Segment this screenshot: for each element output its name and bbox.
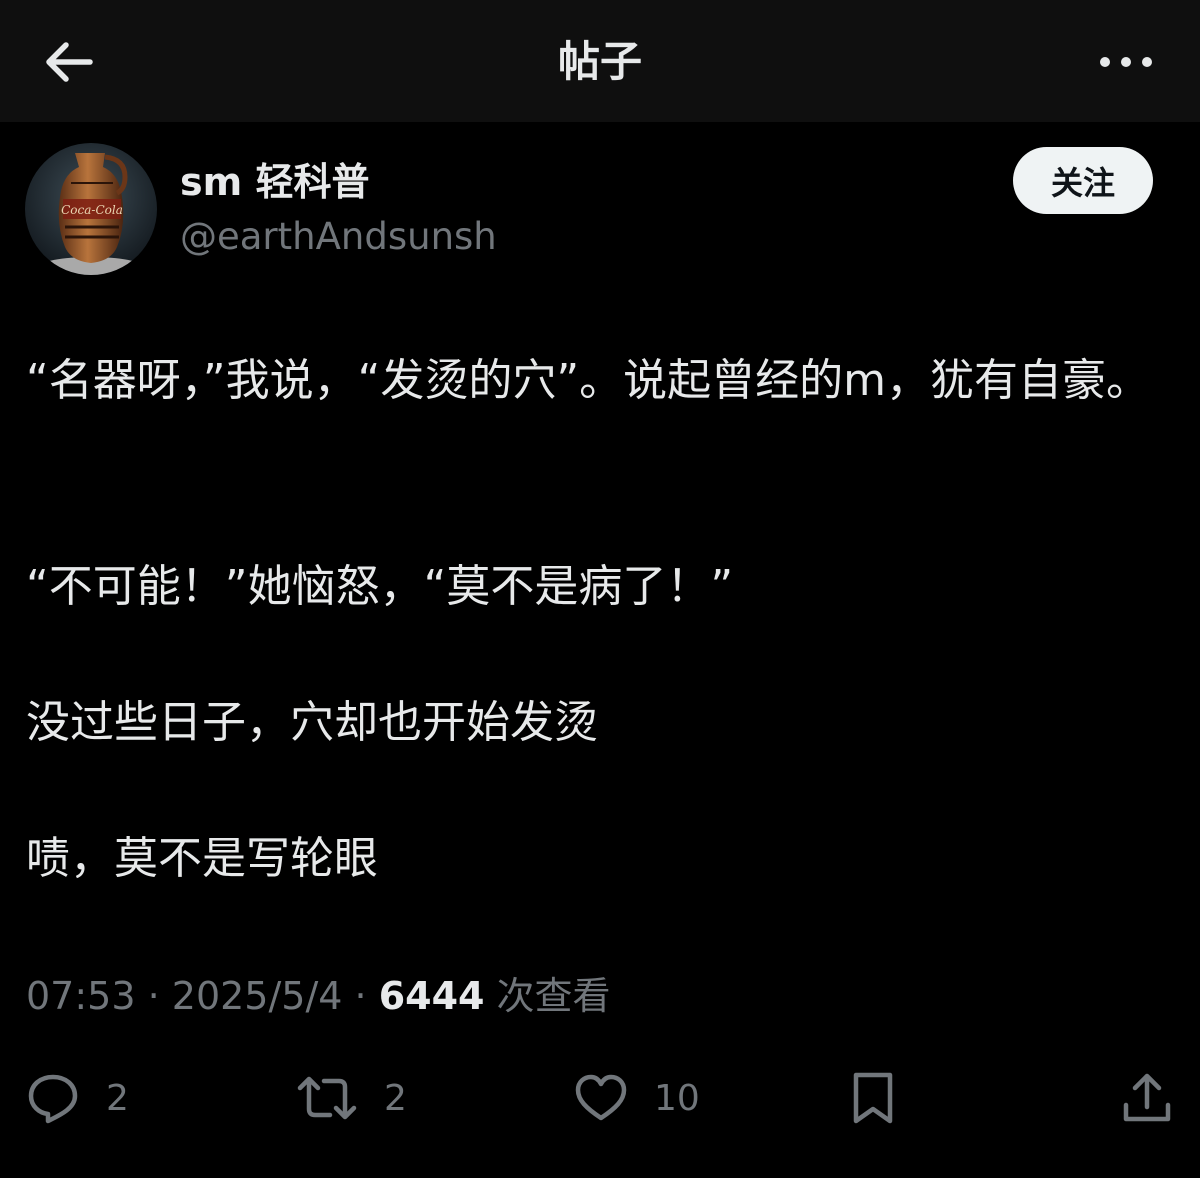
like-count: 10 [654, 1077, 700, 1119]
follow-button[interactable]: 关注 [1013, 147, 1153, 214]
avatar[interactable]: Coca-Cola [25, 143, 157, 275]
more-dots-icon [1100, 57, 1152, 67]
views-count[interactable]: 6444 [379, 974, 485, 1018]
post-date[interactable]: 2025/5/4 [172, 974, 343, 1018]
top-bar: 帖子 [0, 0, 1200, 122]
reply-icon [28, 1074, 78, 1124]
meta-separator: · [342, 974, 379, 1018]
repost-icon [297, 1076, 357, 1120]
post-paragraph: 啧，莫不是写轮眼 [26, 833, 378, 884]
avatar-logo-text: Coca-Cola [61, 203, 123, 217]
post-time[interactable]: 07:53 [26, 974, 136, 1018]
bookmark-icon [853, 1072, 893, 1124]
page-title: 帖子 [557, 37, 642, 86]
bookmark-button[interactable] [848, 1062, 898, 1134]
avatar-vase-image: Coca-Cola [25, 143, 157, 275]
views-label: 次查看 [496, 974, 611, 1018]
post-meta: 07:53 · 2025/5/4 · 6444 次查看 [26, 970, 611, 1022]
post-paragraph: “不可能！”她恼怒，“莫不是病了！” [26, 561, 734, 612]
repost-button[interactable]: 2 [296, 1062, 407, 1134]
post-paragraph: 没过些日子，穴却也开始发烫 [26, 697, 598, 748]
repost-count: 2 [384, 1077, 407, 1119]
more-options-button[interactable] [1088, 34, 1164, 90]
action-bar: 2 2 10 [0, 1062, 1200, 1134]
like-button[interactable]: 10 [574, 1062, 700, 1134]
share-icon [1123, 1073, 1171, 1122]
reply-count: 2 [106, 1077, 129, 1119]
author-handle[interactable]: @earthAndsunsh [180, 212, 497, 262]
reply-button[interactable]: 2 [26, 1062, 129, 1134]
post-paragraph: “名器呀，”我说，“发烫的穴”。说起曾经的m，犹有自豪。 [26, 355, 1151, 406]
share-button[interactable] [1120, 1062, 1174, 1134]
meta-separator: · [135, 974, 172, 1018]
author-display-name[interactable]: sm 轻科普 [180, 156, 369, 208]
heart-icon [575, 1074, 627, 1121]
